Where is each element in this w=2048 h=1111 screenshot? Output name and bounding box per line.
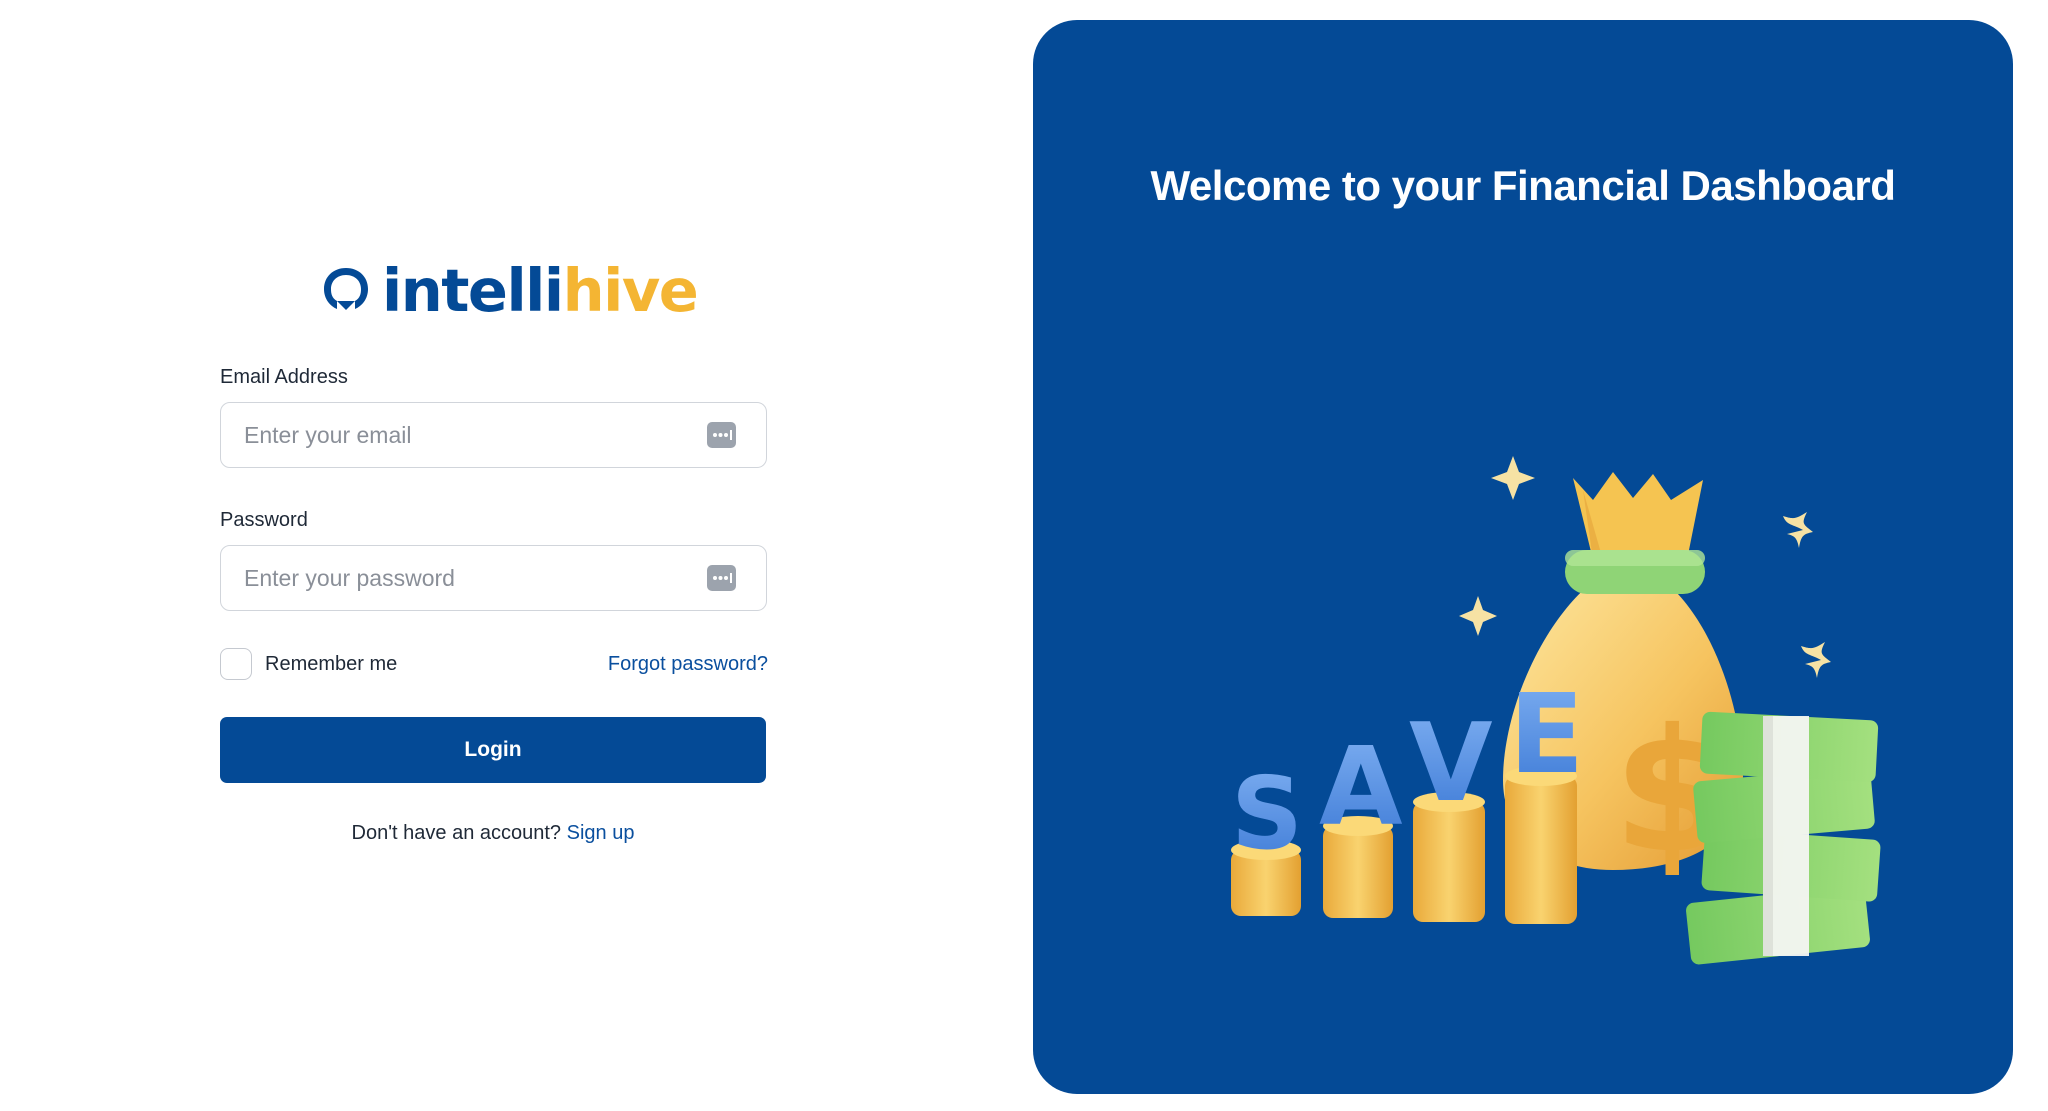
sign-up-link[interactable]: Sign up	[567, 822, 635, 844]
intellihive-logo: intellihive	[320, 258, 699, 322]
remember-me-row: Remember me	[220, 648, 397, 680]
password-manager-key-icon[interactable]	[707, 565, 736, 591]
letter-v: V	[1409, 701, 1493, 826]
letter-e: E	[1509, 670, 1584, 798]
password-input[interactable]	[220, 545, 767, 611]
password-manager-key-icon[interactable]	[707, 422, 736, 448]
savings-money-bag-illustration: $ S A V E	[1231, 456, 1881, 965]
email-input[interactable]	[220, 402, 767, 468]
login-button[interactable]: Login	[220, 717, 766, 783]
password-label: Password	[220, 509, 308, 531]
signup-row: Don't have an account? Sign up	[220, 822, 766, 845]
hero-panel: Welcome to your Financial Dashboard $ S …	[1033, 20, 2013, 1094]
login-section: intellihive Email Address Password Remem…	[0, 0, 1030, 1111]
email-label: Email Address	[220, 366, 348, 388]
letter-a: A	[1319, 725, 1403, 850]
forgot-password-link[interactable]: Forgot password?	[608, 653, 768, 676]
cash-stack-icon	[1686, 711, 1881, 965]
logo-mark-icon	[324, 268, 368, 310]
logo-text-intelli: intelli	[382, 255, 564, 325]
logo-text-hive: hive	[562, 255, 699, 325]
logo-wordmark: intellihive	[382, 261, 699, 320]
letter-s: S	[1231, 755, 1303, 872]
remember-me-checkbox[interactable]	[220, 648, 252, 680]
signup-prompt: Don't have an account?	[351, 822, 562, 844]
hero-title: Welcome to your Financial Dashboard	[1150, 162, 1896, 209]
remember-me-label[interactable]: Remember me	[265, 653, 397, 676]
